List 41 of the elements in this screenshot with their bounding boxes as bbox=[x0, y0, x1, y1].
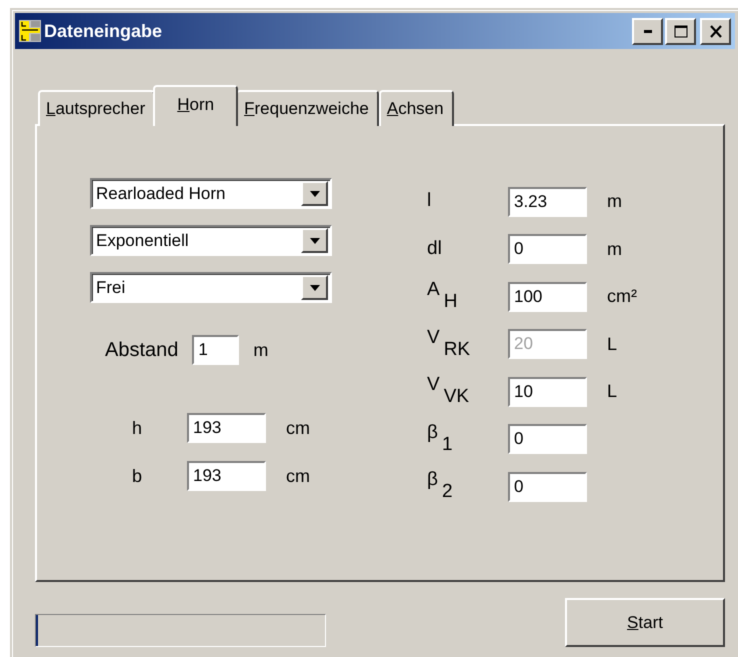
dropdown-arrow-icon bbox=[310, 238, 320, 244]
input-field[interactable]: 193 bbox=[187, 461, 266, 491]
ruler-grid-icon bbox=[19, 20, 41, 42]
dropdown[interactable]: Frei bbox=[90, 272, 332, 303]
input-field[interactable]: 0 bbox=[508, 424, 587, 454]
window-title: Dateneingabe bbox=[44, 20, 164, 42]
dropdown-arrow-icon bbox=[310, 284, 320, 290]
unit-label: L bbox=[607, 334, 618, 355]
field-label: b bbox=[132, 466, 144, 486]
close-button[interactable] bbox=[700, 18, 731, 44]
field-label: h bbox=[132, 418, 144, 438]
minimize-icon bbox=[642, 29, 652, 33]
dropdown[interactable]: Exponentiell bbox=[90, 225, 332, 256]
input-field[interactable]: 0 bbox=[508, 234, 587, 264]
dropdown[interactable]: Rearloaded Horn bbox=[90, 178, 332, 209]
input-field[interactable]: 0 bbox=[508, 472, 587, 502]
unit-label: L bbox=[607, 381, 618, 402]
tab[interactable]: Achsen bbox=[378, 90, 454, 126]
maximize-icon bbox=[674, 24, 688, 38]
unit-label: m bbox=[607, 191, 622, 212]
close-icon bbox=[708, 24, 722, 38]
input-field[interactable]: 193 bbox=[187, 413, 266, 443]
tab[interactable]: Horn bbox=[153, 85, 238, 126]
input-field[interactable]: 10 bbox=[508, 376, 587, 407]
field-label: dl bbox=[427, 238, 443, 261]
tab[interactable]: Frequenzweiche bbox=[236, 90, 379, 126]
field-label: Abstand bbox=[105, 338, 178, 362]
unit-label: m bbox=[253, 340, 268, 360]
dropdown-arrow-icon bbox=[310, 190, 320, 196]
unit-label: m bbox=[607, 238, 622, 260]
minimize-button[interactable] bbox=[632, 18, 663, 44]
input-field[interactable]: 1 bbox=[192, 335, 240, 365]
unit-label: cm bbox=[286, 418, 310, 438]
field-label: l bbox=[427, 190, 432, 214]
unit-label: cm bbox=[286, 466, 310, 486]
input-field[interactable]: 3.23 bbox=[508, 186, 587, 217]
tab[interactable]: Lautsprecher bbox=[38, 90, 156, 126]
maximize-button[interactable] bbox=[665, 18, 696, 44]
input-field[interactable]: 100 bbox=[508, 282, 587, 312]
unit-label: cm² bbox=[607, 286, 637, 308]
start-button[interactable]: Start bbox=[565, 598, 725, 647]
